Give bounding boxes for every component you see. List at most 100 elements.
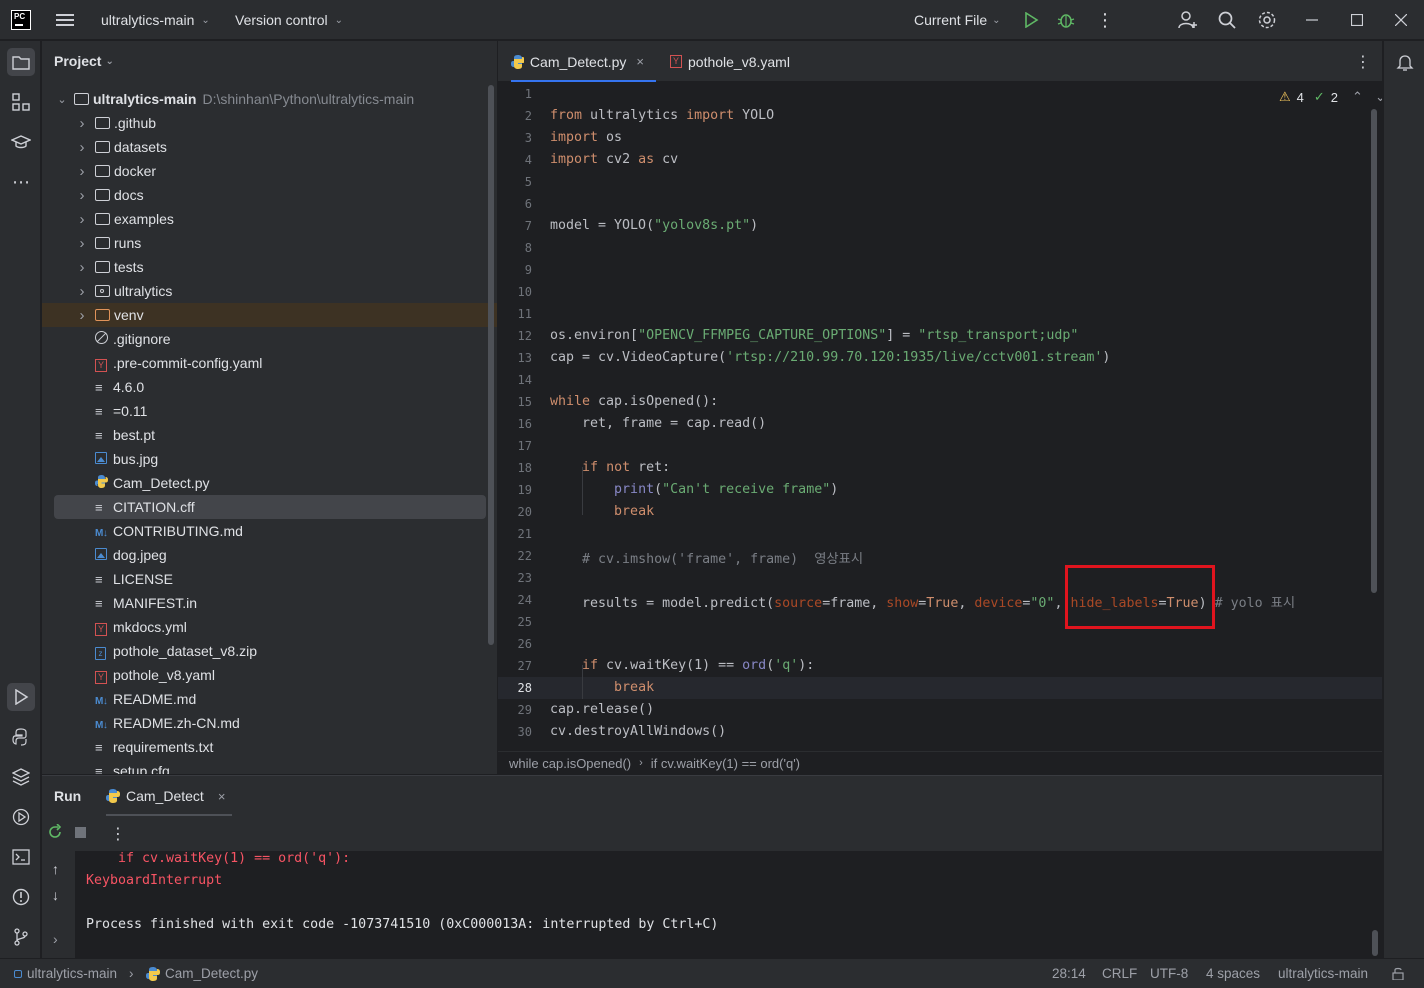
tree-item[interactable]: ≡ CITATION.cff <box>54 495 486 519</box>
notifications-button[interactable] <box>1391 48 1419 76</box>
chevron-right-icon[interactable]: › <box>53 931 58 947</box>
add-user-button[interactable] <box>1178 0 1198 40</box>
code-line[interactable]: break <box>550 504 654 519</box>
vcs-menu[interactable]: Version control ⌄ <box>235 0 343 40</box>
code-line[interactable]: import os <box>550 130 622 145</box>
tree-item[interactable]: M↓ README.zh-CN.md <box>42 711 497 735</box>
tree-item[interactable]: M↓ CONTRIBUTING.md <box>42 519 497 543</box>
stop-icon[interactable] <box>75 827 86 838</box>
code-line[interactable]: if not ret: <box>550 460 670 475</box>
tree-item[interactable]: bus.jpg <box>42 447 497 471</box>
chevron-right-icon[interactable]: › <box>76 235 88 252</box>
code-line[interactable]: model = YOLO("yolov8s.pt") <box>550 218 758 233</box>
code-line[interactable]: ret, frame = cap.read() <box>550 416 766 431</box>
run-tool-button[interactable] <box>7 683 35 711</box>
tree-item[interactable]: › runs <box>42 231 497 255</box>
project-tool-button[interactable] <box>7 48 35 76</box>
minimize-button[interactable] <box>1306 0 1318 40</box>
arrow-down-icon[interactable]: ↓ <box>52 887 59 903</box>
chevron-right-icon[interactable]: › <box>76 187 88 204</box>
tab-cam-detect[interactable]: Cam_Detect.py × <box>511 41 656 82</box>
status-line-separator[interactable]: CRLF <box>1102 959 1137 988</box>
tree-item[interactable]: › examples <box>42 207 497 231</box>
tab-options-icon[interactable]: ⋮ <box>1355 41 1371 82</box>
settings-button[interactable] <box>1257 0 1277 40</box>
run-config-selector[interactable]: Current File ⌄ <box>914 0 1001 40</box>
python-console-button[interactable] <box>7 723 35 751</box>
tree-item[interactable]: ≡ 4.6.0 <box>42 375 497 399</box>
python-packages-button[interactable] <box>7 763 35 791</box>
chevron-right-icon[interactable]: › <box>76 139 88 156</box>
tree-item[interactable]: › .github <box>42 111 497 135</box>
maximize-button[interactable] <box>1351 0 1363 40</box>
more-actions-icon[interactable]: ⋮ <box>1096 0 1114 40</box>
tree-item[interactable]: ≡ MANIFEST.in <box>42 591 497 615</box>
status-interpreter[interactable]: ultralytics-main <box>1278 959 1368 988</box>
status-position[interactable]: 28:14 <box>1052 959 1086 988</box>
close-window-button[interactable] <box>1395 0 1407 40</box>
tree-item[interactable]: Y .pre-commit-config.yaml <box>42 351 497 375</box>
code-line[interactable]: os.environ["OPENCV_FFMPEG_CAPTURE_OPTION… <box>550 328 1078 343</box>
chevron-right-icon[interactable]: › <box>76 115 88 132</box>
code-line[interactable]: if cv.waitKey(1) == ord('q'): <box>550 658 814 673</box>
status-project[interactable]: ultralytics-main <box>14 959 117 988</box>
tree-item[interactable]: ≡ setup.cfg <box>42 759 497 774</box>
terminal-button[interactable] <box>7 843 35 871</box>
project-panel-header[interactable]: Project ⌄ <box>54 51 114 71</box>
arrow-up-icon[interactable]: ↑ <box>52 861 59 877</box>
code-line[interactable]: from ultralytics import YOLO <box>550 108 774 123</box>
search-button[interactable] <box>1218 0 1236 40</box>
chevron-down-icon[interactable]: ⌄ <box>1375 89 1382 105</box>
status-indent[interactable]: 4 spaces <box>1206 959 1260 988</box>
chevron-up-icon[interactable]: ⌃ <box>1352 89 1363 105</box>
run-button[interactable] <box>1023 0 1039 40</box>
lock-icon[interactable] <box>1392 959 1404 988</box>
close-tab-icon[interactable]: × <box>636 54 644 69</box>
tree-item[interactable]: › docs <box>42 183 497 207</box>
tab-pothole-yaml[interactable]: Y pothole_v8.yaml <box>670 41 790 82</box>
project-switcher[interactable]: ultralytics-main ⌄ <box>101 0 210 40</box>
main-menu-button[interactable] <box>56 0 74 40</box>
git-button[interactable] <box>7 923 35 951</box>
chevron-right-icon[interactable]: › <box>76 211 88 228</box>
tree-item[interactable]: ≡ =0.11 <box>42 399 497 423</box>
console-scrollbar[interactable] <box>1372 930 1378 956</box>
tree-item[interactable]: ≡ requirements.txt <box>42 735 497 759</box>
tree-item[interactable]: Ypothole_v8.yaml <box>42 663 497 687</box>
chevron-right-icon[interactable]: › <box>76 163 88 180</box>
services-button[interactable] <box>7 803 35 831</box>
chevron-right-icon[interactable]: › <box>76 283 88 300</box>
code-line[interactable]: cv.destroyAllWindows() <box>550 724 726 739</box>
code-line[interactable]: # cv.imshow('frame', frame) 영상표시 <box>550 548 863 567</box>
tree-item[interactable]: ≡ best.pt <box>42 423 497 447</box>
editor-scrollbar[interactable] <box>1371 109 1377 593</box>
more-actions-icon[interactable]: ⋮ <box>110 824 126 844</box>
inspection-widget[interactable]: ⚠ 4 ✓ 2 ⌃ ⌄ <box>1279 89 1382 105</box>
chevron-right-icon[interactable]: › <box>76 259 88 276</box>
run-tab-cam-detect[interactable]: Cam_Detect × <box>106 776 232 816</box>
project-scrollbar[interactable] <box>488 85 494 645</box>
code-line[interactable]: break <box>550 680 654 695</box>
chevron-right-icon[interactable]: › <box>76 307 88 324</box>
tree-item[interactable]: › datasets <box>42 135 497 159</box>
more-tools-icon[interactable]: ⋯ <box>7 168 35 196</box>
tree-item[interactable]: › docker <box>42 159 497 183</box>
tree-item[interactable]: dog.jpeg <box>42 543 497 567</box>
tree-item[interactable]: › ultralytics <box>42 279 497 303</box>
code-line[interactable]: cap.release() <box>550 702 654 717</box>
tree-item[interactable]: › venv <box>42 303 497 327</box>
problems-button[interactable] <box>7 883 35 911</box>
code-editor[interactable]: 1 2 3 4 5 6 7 8 9 10 11 12 13 14 15 16 17 18 19 20 21 22 23 24 2… <box>498 83 1382 750</box>
code-line[interactable]: while cap.isOpened(): <box>550 394 718 409</box>
learn-tool-button[interactable] <box>7 128 35 156</box>
code-line[interactable]: import cv2 as cv <box>550 152 678 167</box>
status-file[interactable]: Cam_Detect.py <box>146 959 258 988</box>
status-encoding[interactable]: UTF-8 <box>1150 959 1188 988</box>
tree-item[interactable]: z pothole_dataset_v8.zip <box>42 639 497 663</box>
code-line[interactable]: print("Can't receive frame") <box>550 482 838 497</box>
close-tab-icon[interactable]: × <box>218 789 226 804</box>
tree-item[interactable]: › tests <box>42 255 497 279</box>
tree-item[interactable]: Cam_Detect.py <box>42 471 497 495</box>
debug-button[interactable] <box>1057 0 1075 40</box>
tree-root[interactable]: ⌄ ultralytics-main D:\shinhan\Python\ult… <box>42 87 497 111</box>
